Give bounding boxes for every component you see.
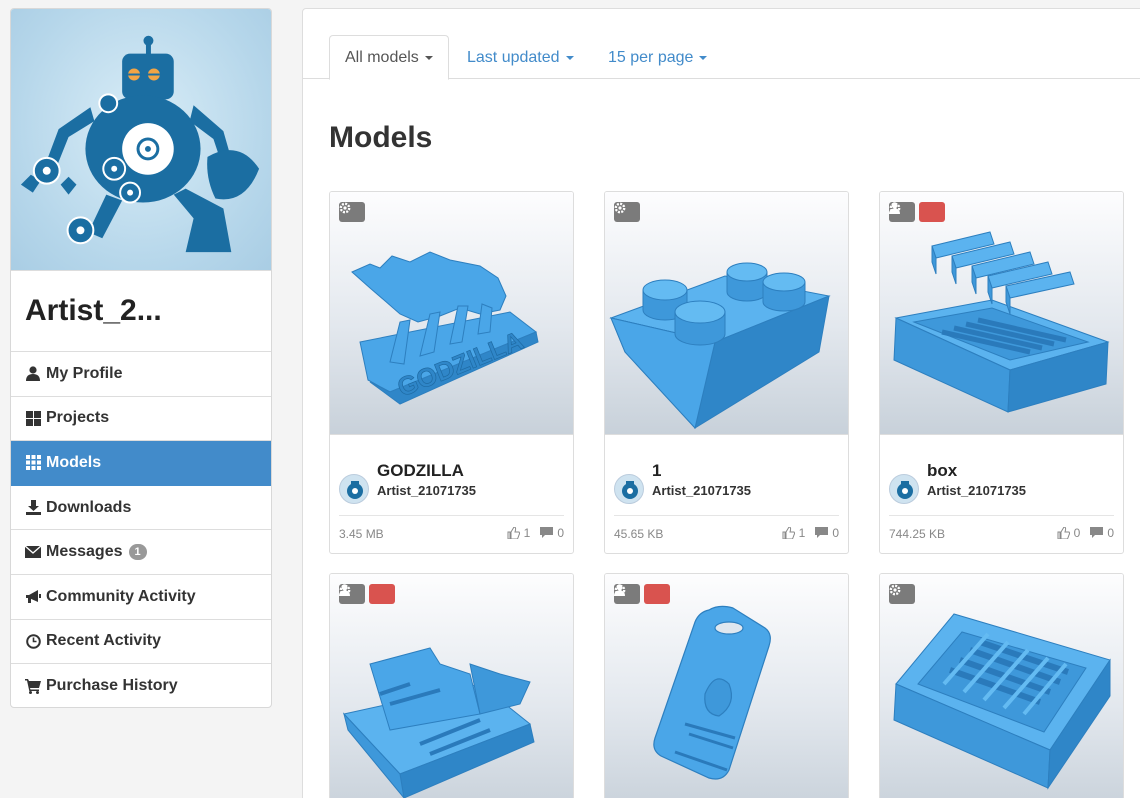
tab-label: All models <box>345 48 419 66</box>
likes-count: 0 <box>1073 526 1081 540</box>
tab-label: 15 per page <box>608 48 694 66</box>
settings-gear-button[interactable] <box>889 584 915 604</box>
model-card[interactable] <box>879 573 1124 798</box>
model-card[interactable]: 1 Artist_21071735 45.65 KB 1 0 <box>604 191 849 554</box>
owner-user-badge[interactable] <box>339 584 395 604</box>
nav-item-projects[interactable]: Projects <box>11 397 271 442</box>
chevron-down-icon <box>565 55 574 60</box>
nav-item-purchase-history[interactable]: Purchase History <box>11 664 271 707</box>
model-title[interactable]: box <box>927 461 957 481</box>
nav-label: Recent Activity <box>46 632 161 650</box>
tab-last-updated[interactable]: Last updated <box>452 35 589 80</box>
model-author[interactable]: Artist_21071735 <box>652 483 751 498</box>
nav-item-messages[interactable]: Messages 1 <box>11 530 271 575</box>
comment-icon <box>540 527 554 538</box>
comment-icon <box>815 527 829 538</box>
projects-icon <box>25 410 41 426</box>
profile-nav: My Profile Projects Models Downloads Mes… <box>11 352 271 707</box>
nav-label: Models <box>46 453 102 471</box>
nav-item-community-activity[interactable]: Community Activity <box>11 575 271 620</box>
settings-gear-button[interactable] <box>614 202 640 222</box>
chevron-down-icon <box>699 55 708 60</box>
profile-avatar-robot <box>11 9 271 271</box>
model-author[interactable]: Artist_21071735 <box>377 483 476 498</box>
user-icon <box>25 366 41 382</box>
page-title: Models <box>329 121 433 154</box>
nav-label: My Profile <box>46 364 123 382</box>
model-file-size: 3.45 MB <box>339 527 384 541</box>
model-file-size: 744.25 KB <box>889 527 946 541</box>
nav-label: Projects <box>46 409 110 427</box>
model-thumbnail[interactable] <box>605 574 848 798</box>
cart-icon <box>25 678 41 694</box>
model-stats: 1 0 <box>782 526 839 540</box>
model-stats: 1 0 <box>507 526 564 540</box>
box-model-render <box>893 231 1110 413</box>
author-avatar <box>889 474 919 504</box>
model-card[interactable] <box>604 573 849 798</box>
author-avatar <box>339 474 369 504</box>
author-avatar <box>614 474 644 504</box>
model-card[interactable] <box>329 573 574 798</box>
model-card[interactable]: box Artist_21071735 744.25 KB 0 0 <box>879 191 1124 554</box>
comment-icon <box>1090 527 1104 538</box>
messages-count-badge: 1 <box>128 544 147 561</box>
nav-label: Community Activity <box>46 587 196 605</box>
tab-all-models[interactable]: All models <box>329 35 449 80</box>
owner-user-badge[interactable] <box>889 202 945 222</box>
model-card[interactable]: GODZILLA GODZILLA Artist_21071735 3.45 M… <box>329 191 574 554</box>
chevron-down-icon <box>424 55 433 60</box>
thumbs-up-icon <box>1057 527 1070 539</box>
thumbs-up-icon <box>507 527 520 539</box>
nav-item-recent-activity[interactable]: Recent Activity <box>11 620 271 665</box>
model-file-size: 45.65 KB <box>614 527 664 541</box>
settings-gear-button[interactable] <box>339 202 365 222</box>
comments-count: 0 <box>832 526 839 540</box>
model-title[interactable]: GODZILLA <box>377 461 464 481</box>
megaphone-icon <box>25 589 41 605</box>
model-author[interactable]: Artist_21071735 <box>927 483 1026 498</box>
profile-username: Artist_2... <box>11 271 271 352</box>
nav-label: Messages <box>46 543 123 561</box>
grid-icon <box>25 455 41 471</box>
nav-label: Purchase History <box>46 677 178 695</box>
brick-model-render <box>609 262 831 430</box>
tab-per-page[interactable]: 15 per page <box>593 35 722 80</box>
model-thumbnail[interactable] <box>880 192 1123 435</box>
nav-label: Downloads <box>46 498 132 516</box>
nav-item-downloads[interactable]: Downloads <box>11 486 271 531</box>
likes-count: 1 <box>798 526 806 540</box>
stand-model-render <box>343 647 535 798</box>
download-icon <box>25 500 41 516</box>
soap-dish-model-render <box>893 613 1111 790</box>
nav-item-models[interactable]: Models <box>11 441 271 486</box>
profile-sidebar: Artist_2... My Profile Projects Models D… <box>10 8 272 708</box>
model-thumbnail[interactable] <box>330 574 573 798</box>
model-thumbnail[interactable] <box>880 574 1123 798</box>
owner-user-badge[interactable] <box>614 584 670 604</box>
godzilla-model-render: GODZILLA <box>351 251 539 405</box>
model-thumbnail[interactable]: GODZILLA <box>330 192 573 435</box>
envelope-icon <box>25 544 41 560</box>
filter-tabs: All models Last updated 15 per page <box>303 9 1140 80</box>
likes-count: 1 <box>523 526 531 540</box>
comments-count: 0 <box>1107 526 1114 540</box>
comments-count: 0 <box>557 526 564 540</box>
phone-case-model-render <box>653 605 771 780</box>
model-stats: 0 0 <box>1057 526 1114 540</box>
main-panel: All models Last updated 15 per page Mode… <box>302 8 1140 798</box>
tab-label: Last updated <box>467 48 560 66</box>
clock-icon <box>25 633 41 649</box>
thumbs-up-icon <box>782 527 795 539</box>
nav-item-my-profile[interactable]: My Profile <box>11 352 271 397</box>
model-thumbnail[interactable] <box>605 192 848 435</box>
model-title[interactable]: 1 <box>652 461 661 481</box>
